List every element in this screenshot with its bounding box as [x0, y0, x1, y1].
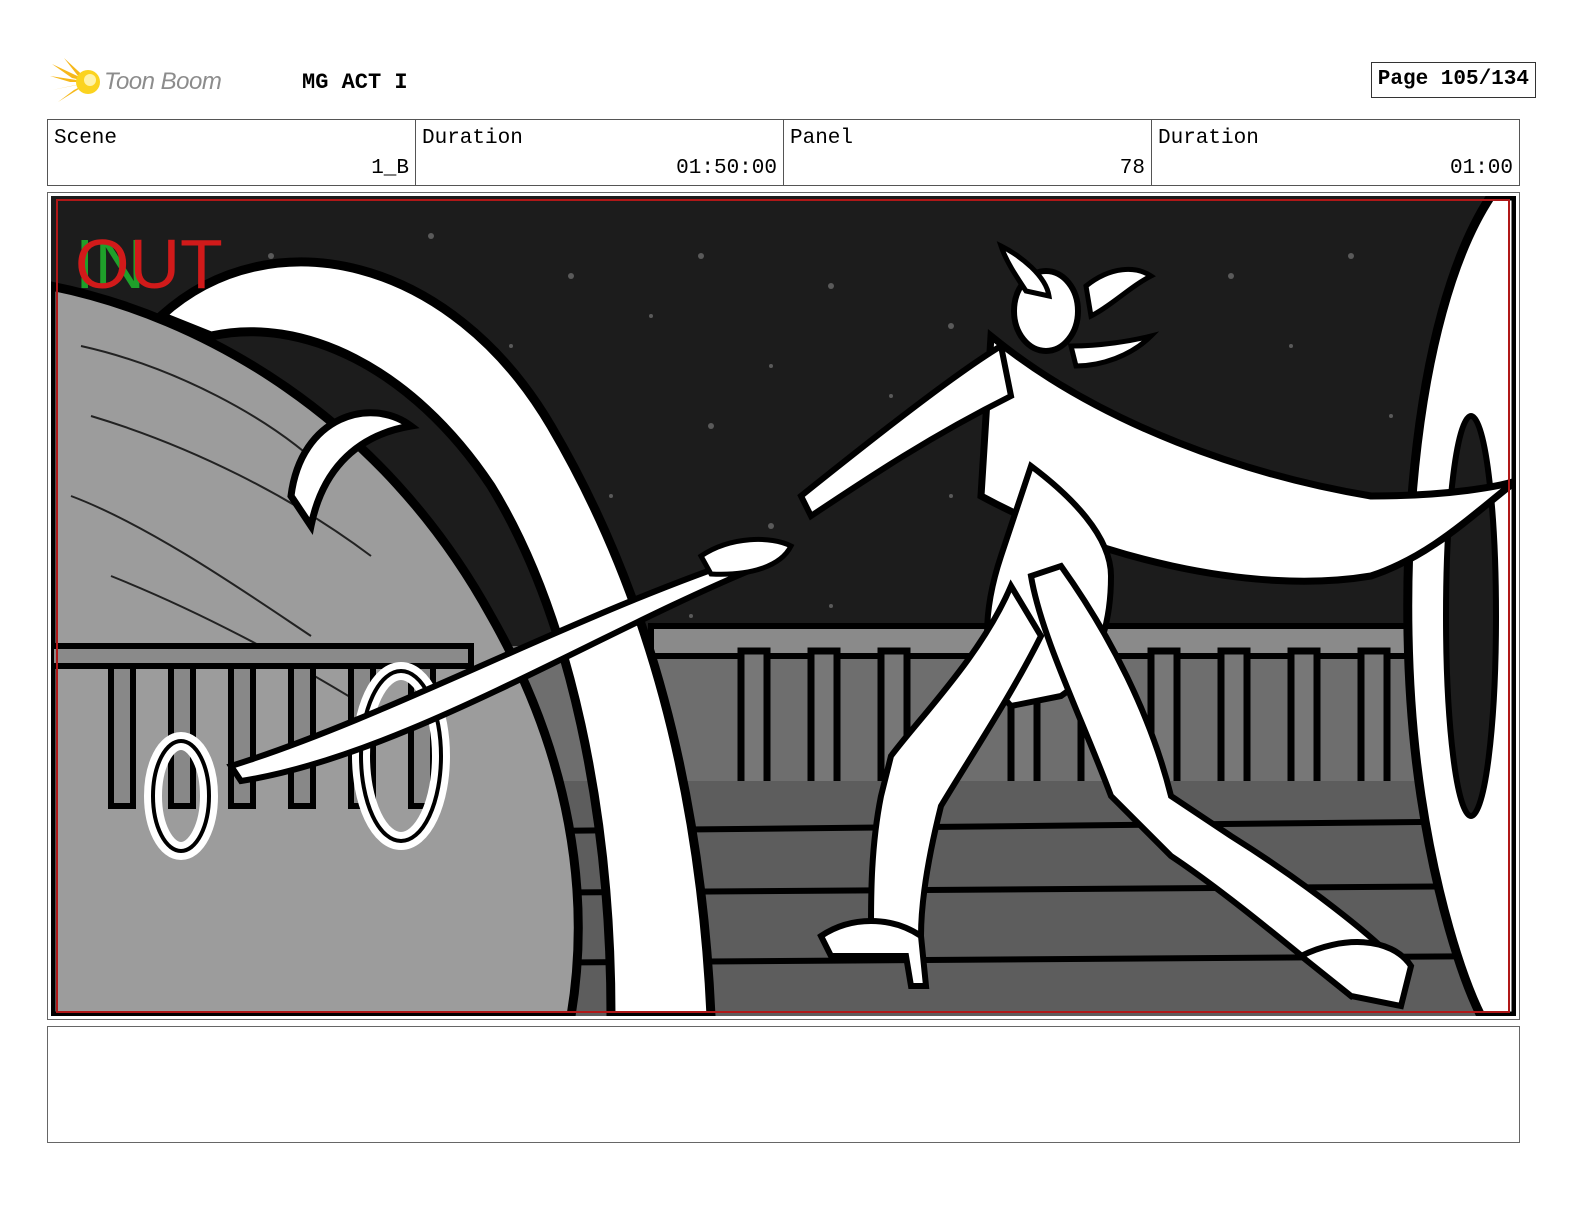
scene-label: Scene — [54, 127, 118, 150]
project-title: MG ACT I — [302, 70, 408, 95]
storyboard-panel: IN OUT — [47, 192, 1520, 1020]
panel-duration-value: 01:00 — [1449, 157, 1513, 180]
scene-duration-value: 01:50:00 — [676, 157, 777, 180]
logo-text: Toon Boom — [104, 68, 222, 95]
scene-cell: Scene 1_B — [48, 120, 416, 185]
notes-box — [47, 1026, 1520, 1143]
out-marker: OUT — [75, 225, 223, 303]
starburst-icon — [50, 58, 100, 102]
toon-boom-logo: Toon Boom — [50, 56, 250, 108]
panel-label: Panel — [790, 127, 854, 150]
scene-info-bar: Scene 1_B Duration 01:50:00 Panel 78 Dur… — [47, 119, 1520, 186]
page-header: Toon Boom MG ACT I Page 105/134 — [50, 56, 1536, 108]
panel-drawing: IN OUT — [51, 196, 1516, 1016]
scene-value: 1_B — [371, 157, 409, 180]
scene-duration-label: Duration — [422, 127, 523, 150]
panel-duration-cell: Duration 01:00 — [1152, 120, 1519, 185]
panel-duration-label: Duration — [1158, 127, 1259, 150]
panel-value: 78 — [1119, 157, 1145, 180]
page-number: Page 105/134 — [1370, 62, 1536, 98]
panel-cell: Panel 78 — [784, 120, 1152, 185]
scene-duration-cell: Duration 01:50:00 — [416, 120, 784, 185]
